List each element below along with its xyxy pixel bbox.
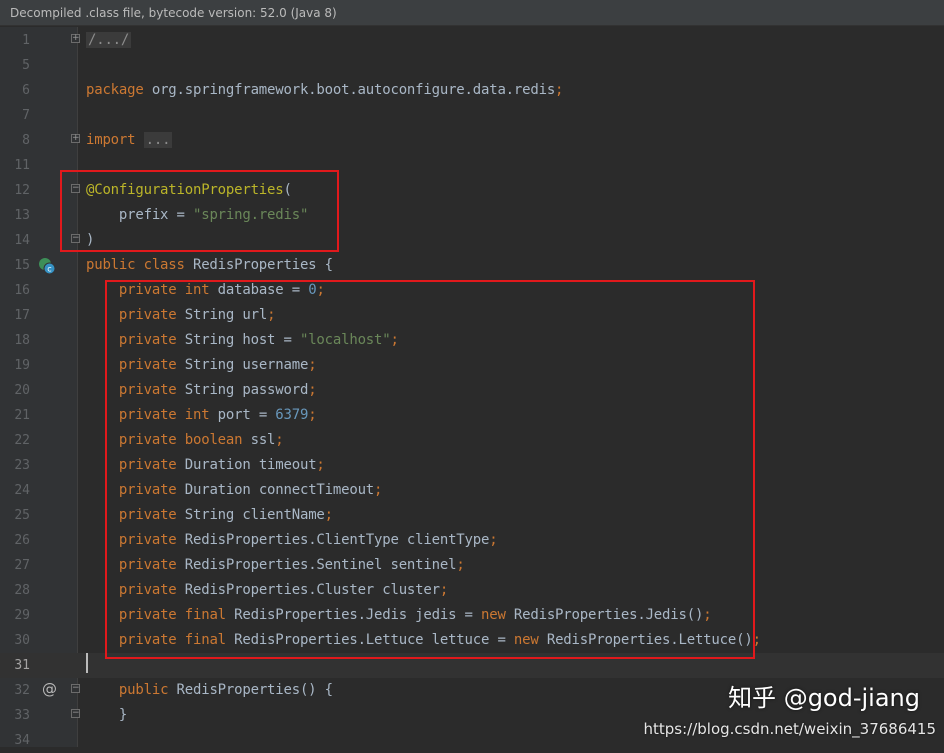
- line-number: 15: [14, 258, 30, 273]
- class-implemented-icon[interactable]: c: [38, 257, 56, 275]
- svg-text:c: c: [47, 265, 51, 274]
- line-number: 24: [14, 483, 30, 498]
- line-number: 19: [14, 358, 30, 373]
- code-line[interactable]: 7: [0, 103, 944, 128]
- expand-fold-icon[interactable]: +: [71, 134, 80, 143]
- fields-highlight-box: [105, 280, 755, 659]
- code-text[interactable]: package org.springframework.boot.autocon…: [86, 78, 563, 103]
- code-line[interactable]: 8 import ...: [0, 128, 944, 153]
- code-line[interactable]: 15 public class RedisProperties {: [0, 253, 944, 278]
- line-number: 21: [14, 408, 30, 423]
- line-number: 27: [14, 558, 30, 573]
- line-number: 8: [22, 133, 30, 148]
- line-number: 16: [14, 283, 30, 298]
- line-number: 13: [14, 208, 30, 223]
- code-line[interactable]: 6 package org.springframework.boot.autoco…: [0, 78, 944, 103]
- annotation-highlight-box: [60, 170, 339, 252]
- line-number: 28: [14, 583, 30, 598]
- line-number: 18: [14, 333, 30, 348]
- csdn-url-watermark: https://blog.csdn.net/weixin_37686415: [643, 720, 936, 738]
- line-number: 30: [14, 633, 30, 648]
- expand-fold-icon[interactable]: +: [71, 34, 80, 43]
- collapse-fold-icon[interactable]: −: [71, 709, 80, 718]
- code-text[interactable]: public class RedisProperties {: [86, 253, 333, 278]
- line-number: 14: [14, 233, 30, 248]
- line-number: 32: [14, 683, 30, 698]
- line-number: 17: [14, 308, 30, 323]
- line-number: 7: [22, 108, 30, 123]
- line-number: 22: [14, 433, 30, 448]
- text-caret: [86, 653, 88, 673]
- decompiled-file-banner: Decompiled .class file, bytecode version…: [0, 0, 944, 26]
- line-number: 5: [22, 58, 30, 73]
- line-number: 25: [14, 508, 30, 523]
- at-override-icon[interactable]: @: [42, 680, 57, 698]
- collapse-fold-icon[interactable]: −: [71, 684, 80, 693]
- code-text[interactable]: import ...: [86, 128, 173, 153]
- line-number: 23: [14, 458, 30, 473]
- line-number: 11: [14, 158, 30, 173]
- code-text[interactable]: public RedisProperties() {: [86, 678, 333, 703]
- line-number: 6: [22, 83, 30, 98]
- line-number: 33: [14, 708, 30, 723]
- line-number: 1: [22, 33, 30, 48]
- code-text[interactable]: }: [86, 703, 127, 728]
- line-number: 31: [14, 658, 30, 673]
- zhihu-watermark: 知乎 @god-jiang: [728, 684, 920, 712]
- code-line[interactable]: 1 /.../: [0, 28, 944, 53]
- line-number: 29: [14, 608, 30, 623]
- code-line[interactable]: 5: [0, 53, 944, 78]
- code-text[interactable]: /.../: [86, 28, 132, 53]
- line-number: 34: [14, 733, 30, 748]
- line-number: 20: [14, 383, 30, 398]
- line-number: 26: [14, 533, 30, 548]
- line-number: 12: [14, 183, 30, 198]
